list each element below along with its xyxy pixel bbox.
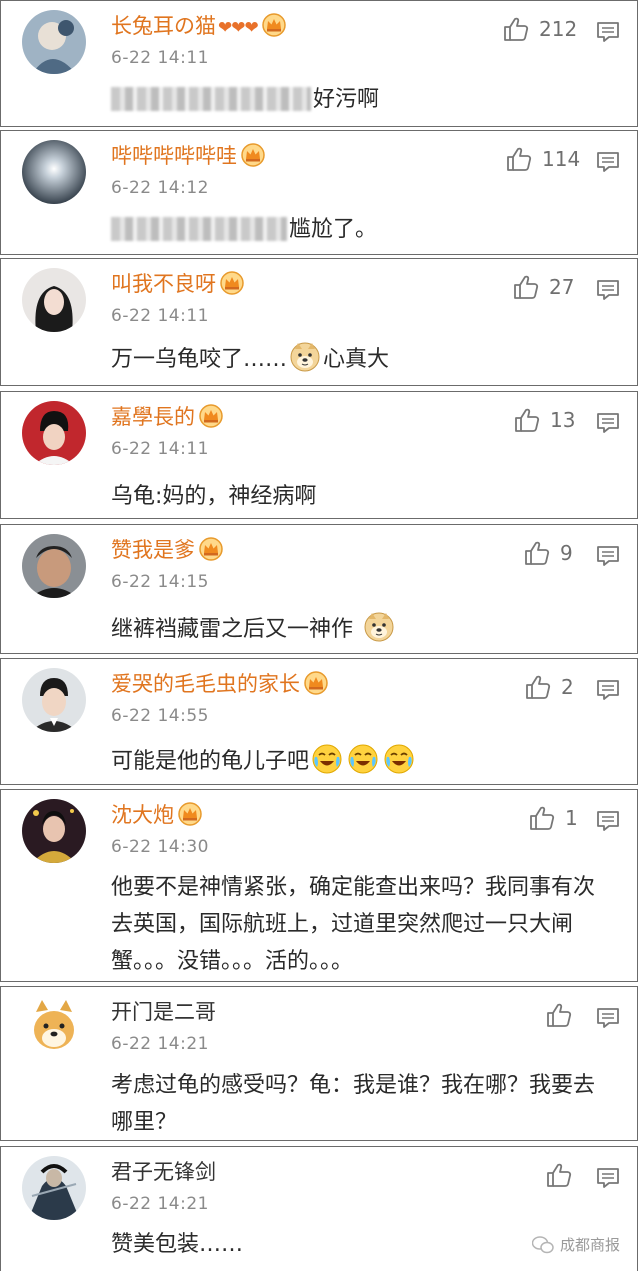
avatar[interactable]: [22, 140, 86, 204]
avatar[interactable]: [22, 401, 86, 465]
like-button[interactable]: 27: [513, 274, 574, 300]
laugh-cry-emoji-icon: [347, 743, 379, 775]
timestamp: 6-22 14:11: [111, 48, 209, 68]
reply-icon[interactable]: [596, 412, 620, 434]
thumbs-up-icon: [525, 674, 551, 700]
username[interactable]: 长兔耳の猫 ❤❤❤: [111, 11, 287, 43]
blurred-text: [111, 217, 287, 241]
crown-badge-icon: [198, 537, 224, 561]
username[interactable]: 沈大炮: [111, 800, 203, 830]
comment-item: 沈大炮 6-22 14:30 他要不是神情紧张，确定能查出来吗？我同事有次去英国…: [0, 789, 638, 982]
avatar[interactable]: [22, 996, 86, 1060]
like-count: 9: [560, 541, 573, 565]
comment-text: 可能是他的龟儿子吧: [111, 743, 611, 780]
avatar[interactable]: [22, 268, 86, 332]
like-count: 27: [549, 275, 575, 299]
thumbs-up-icon: [503, 16, 529, 42]
reply-icon[interactable]: [596, 810, 620, 832]
laugh-cry-emoji-icon: [383, 743, 415, 775]
crown-badge-icon: [240, 143, 266, 167]
username[interactable]: 哔哔哔哔哔哇: [111, 141, 266, 171]
avatar[interactable]: [22, 668, 86, 732]
blurred-text: [111, 87, 311, 111]
reply-icon[interactable]: [596, 679, 620, 701]
doge-emoji-icon: [289, 341, 321, 373]
watermark-text: 成都商报: [559, 1236, 620, 1254]
comment-item: 哔哔哔哔哔哇 6-22 14:12 尴尬了。 114: [0, 130, 638, 255]
like-button[interactable]: 9: [524, 540, 573, 566]
comment-item: 开门是二哥 6-22 14:21 考虑过龟的感受吗？龟：我是谁？我在哪？我要去哪…: [0, 986, 638, 1141]
avatar[interactable]: [22, 799, 86, 863]
avatar[interactable]: [22, 10, 86, 74]
timestamp: 6-22 14:55: [111, 706, 209, 726]
comment-text: 他要不是神情紧张，确定能查出来吗？我同事有次去英国，国际航班上，过道里突然爬过一…: [111, 875, 596, 974]
laugh-cry-emoji-icon: [311, 743, 343, 775]
comment-item: 爱哭的毛毛虫的家长 6-22 14:55 可能是他的龟儿子吧 2: [0, 658, 638, 785]
like-button[interactable]: 13: [514, 407, 575, 433]
thumbs-up-icon: [529, 805, 555, 831]
timestamp: 6-22 14:15: [111, 572, 209, 592]
username[interactable]: 嘉學長的: [111, 402, 224, 432]
comment-item: 嘉學長的 6-22 14:11 乌龟:妈的，神经病啊 13: [0, 391, 638, 519]
like-button[interactable]: 2: [525, 674, 574, 700]
wechat-icon: [531, 1235, 554, 1253]
comment-text: 万一乌龟咬了…… 心真大: [111, 341, 611, 378]
timestamp: 6-22 14:21: [111, 1194, 209, 1214]
thumbs-up-icon: [514, 407, 540, 433]
watermark: 成都商报: [531, 1234, 620, 1255]
comment-text: 考虑过龟的感受吗？龟：我是谁？我在哪？我要去哪里？: [111, 1073, 596, 1135]
comment-item: 长兔耳の猫 ❤❤❤ 6-22 14:11 好污啊 212: [0, 0, 638, 127]
timestamp: 6-22 14:21: [111, 1034, 209, 1054]
like-count: 212: [539, 17, 578, 41]
avatar[interactable]: [22, 534, 86, 598]
crown-badge-icon: [198, 404, 224, 428]
thumbs-up-icon: [546, 1162, 572, 1188]
username[interactable]: 君子无锋剑: [111, 1157, 216, 1187]
username[interactable]: 爱哭的毛毛虫的家长: [111, 669, 329, 699]
comment-text: 继裤裆藏雷之后又一神作: [111, 611, 611, 648]
username[interactable]: 开门是二哥: [111, 997, 216, 1027]
like-count: 114: [542, 147, 581, 171]
crown-badge-icon: [261, 13, 287, 37]
crown-badge-icon: [219, 271, 245, 295]
username[interactable]: 叫我不良呀: [111, 269, 245, 299]
comment-item: 赞我是爹 6-22 14:15 继裤裆藏雷之后又一神作 9: [0, 524, 638, 654]
reply-icon[interactable]: [596, 545, 620, 567]
comment-item: 叫我不良呀 6-22 14:11 万一乌龟咬了…… 心真大 27: [0, 258, 638, 386]
hearts-icon: ❤❤❤: [218, 18, 259, 38]
crown-badge-icon: [303, 671, 329, 695]
like-count: 2: [561, 675, 574, 699]
timestamp: 6-22 14:12: [111, 178, 209, 198]
like-button[interactable]: [546, 1002, 582, 1028]
timestamp: 6-22 14:11: [111, 439, 209, 459]
crown-badge-icon: [177, 802, 203, 826]
comment-text: 尴尬了。: [111, 211, 611, 248]
like-button[interactable]: 114: [506, 146, 580, 172]
reply-icon[interactable]: [596, 1007, 620, 1029]
like-button[interactable]: [546, 1162, 582, 1188]
like-count: 13: [550, 408, 576, 432]
thumbs-up-icon: [546, 1002, 572, 1028]
timestamp: 6-22 14:30: [111, 837, 209, 857]
thumbs-up-icon: [506, 146, 532, 172]
username[interactable]: 赞我是爹: [111, 535, 224, 565]
reply-icon[interactable]: [596, 151, 620, 173]
thumbs-up-icon: [513, 274, 539, 300]
like-count: 1: [565, 806, 578, 830]
timestamp: 6-22 14:11: [111, 306, 209, 326]
reply-icon[interactable]: [596, 279, 620, 301]
reply-icon[interactable]: [596, 1167, 620, 1189]
like-button[interactable]: 212: [503, 16, 577, 42]
avatar[interactable]: [22, 1156, 86, 1220]
comment-text: 好污啊: [111, 81, 611, 118]
reply-icon[interactable]: [596, 21, 620, 43]
doge-emoji-icon: [363, 611, 395, 643]
like-button[interactable]: 1: [529, 805, 578, 831]
comment-text: 乌龟:妈的，神经病啊: [111, 484, 317, 509]
thumbs-up-icon: [524, 540, 550, 566]
